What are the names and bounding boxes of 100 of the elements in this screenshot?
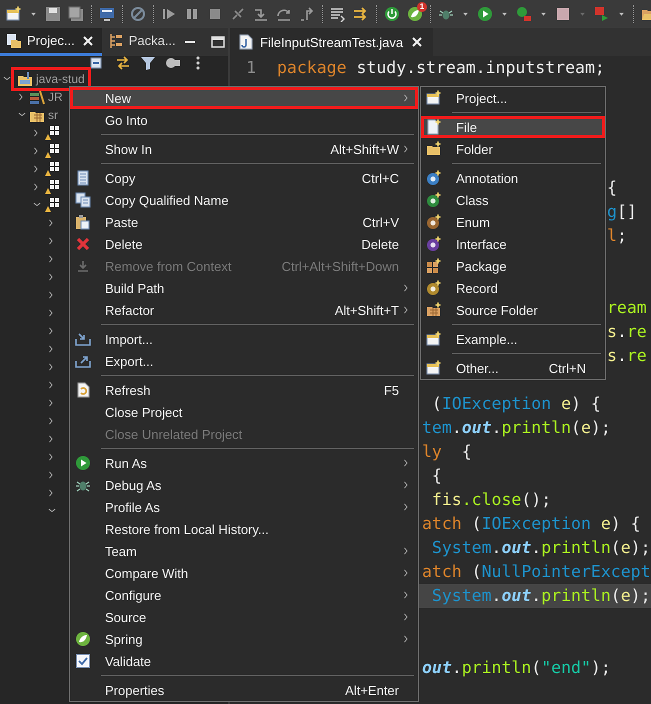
shortcut-text: Ctrl+C	[360, 170, 399, 186]
download-icon	[75, 258, 91, 274]
stop-icon[interactable]	[207, 6, 223, 22]
interface-icon	[426, 236, 442, 252]
tree-item-label[interactable]: java-stud	[36, 72, 85, 86]
code-line: l;	[607, 225, 627, 247]
menu-item[interactable]: Enum	[421, 211, 605, 233]
code-line: s.re	[607, 321, 647, 343]
code-line: out.println("end");	[422, 657, 611, 679]
menu-item[interactable]: Record	[421, 277, 605, 299]
new-window-icon	[426, 90, 442, 106]
save-icon[interactable]	[45, 6, 61, 22]
code-line: {	[607, 177, 617, 199]
menu-item[interactable]: New	[70, 87, 418, 109]
launch-icon[interactable]	[594, 6, 610, 22]
shortcut-text: Ctrl+V	[362, 214, 399, 230]
menu-item[interactable]: Validate	[70, 650, 418, 672]
shortcut-text: Ctrl+Alt+Shift+Down	[280, 258, 399, 274]
menu-item[interactable]: Refresh F5	[70, 379, 418, 401]
run-icon	[75, 455, 91, 471]
menu-item[interactable]: Import...	[70, 328, 418, 350]
terminate-icon[interactable]	[555, 6, 571, 22]
code-line: g[]	[607, 201, 637, 223]
arrows-icon[interactable]	[353, 6, 369, 22]
menu-item[interactable]: Debug As	[70, 474, 418, 496]
list-icon[interactable]	[330, 6, 346, 22]
new-window-icon	[426, 331, 442, 347]
menu-item[interactable]: Show In Alt+Shift+W	[70, 138, 418, 160]
link-arrows-icon[interactable]	[115, 55, 131, 71]
resume-icon[interactable]	[161, 6, 177, 22]
code-line: fis.close();	[430, 489, 552, 511]
menu-item[interactable]: Other... Ctrl+N	[421, 357, 605, 379]
menu-item[interactable]: Build Path	[70, 277, 418, 299]
package-icon	[44, 197, 60, 213]
enum-icon	[426, 214, 442, 230]
shortcut-text: Alt+Shift+W	[329, 142, 399, 156]
menu-item[interactable]: Refactor Alt+Shift+T	[70, 299, 418, 321]
menu-item[interactable]: Package	[421, 255, 605, 277]
code-line: {	[430, 465, 442, 487]
shortcut-text: Alt+Enter	[344, 682, 399, 698]
menu-item[interactable]: Interface	[421, 233, 605, 255]
menu-item[interactable]: Copy Ctrl+C	[70, 167, 418, 189]
run-icon[interactable]	[477, 6, 493, 22]
code-line: tem.out.println(e);	[422, 417, 611, 439]
code-line: System.out.println(e);	[430, 585, 651, 607]
package-icon	[44, 143, 60, 159]
menu-item[interactable]: Team	[70, 540, 418, 562]
save-all-icon[interactable]	[68, 6, 84, 22]
explorer-icon	[6, 32, 22, 48]
panel-tab[interactable]: Packa...	[102, 28, 182, 56]
code-line: atch (NullPointerExcept	[422, 561, 651, 583]
copy-icon	[75, 170, 91, 186]
code-line: package study.stream.inputstream;	[277, 57, 605, 79]
menu-item[interactable]: Annotation	[421, 167, 605, 189]
code-line: s.re	[607, 345, 647, 367]
menu-item[interactable]: Restore from Local History...	[70, 518, 418, 540]
package-icon	[44, 125, 60, 141]
shortcut-text: F5	[382, 382, 399, 398]
step-into-icon[interactable]	[253, 6, 269, 22]
code-line: atch (IOException e) {	[422, 513, 641, 535]
new-window-icon[interactable]	[6, 6, 22, 22]
menu-item[interactable]: Source Folder	[421, 299, 605, 321]
menu-item[interactable]: Delete Delete	[70, 233, 418, 255]
library-icon	[29, 89, 45, 105]
menu-item[interactable]: Paste Ctrl+V	[70, 211, 418, 233]
menu-item[interactable]: Run As	[70, 452, 418, 474]
menu-item[interactable]: Close Project	[70, 401, 418, 423]
java-file-icon	[238, 34, 254, 50]
menu-item[interactable]: Project...	[421, 87, 605, 109]
leaf-icon	[75, 631, 91, 647]
menu-item[interactable]: Source	[70, 606, 418, 628]
paste-icon	[75, 214, 91, 230]
code-line: (IOException e) {	[430, 393, 601, 415]
menu-item[interactable]: Export...	[70, 350, 418, 372]
package-icon	[426, 258, 442, 274]
new-file-icon	[426, 119, 442, 135]
menu-item[interactable]: Configure	[70, 584, 418, 606]
code-line: ly {	[422, 441, 472, 463]
power-icon[interactable]	[384, 6, 400, 22]
tree-item-label[interactable]: sr	[48, 108, 58, 122]
editor-tab[interactable]: FileInputStreamTest.java	[230, 28, 434, 56]
menu-item[interactable]: Profile As	[70, 496, 418, 518]
tree-item-label[interactable]: JR	[48, 90, 63, 104]
copy-icon	[75, 192, 91, 208]
menu-item[interactable]: Go Into	[70, 109, 418, 131]
step-return-icon[interactable]	[299, 6, 315, 22]
menu-item[interactable]: Compare With	[70, 562, 418, 584]
menu-item[interactable]: Properties Alt+Enter	[70, 679, 418, 701]
hierarchy-icon	[108, 32, 124, 48]
menu-item[interactable]: Copy Qualified Name	[70, 189, 418, 211]
monitor-icon[interactable]	[99, 6, 115, 22]
maximize-icon[interactable]	[210, 34, 226, 50]
menu-item[interactable]: Example...	[421, 328, 605, 350]
menu-item[interactable]: Class	[421, 189, 605, 211]
menu-item[interactable]: File	[421, 116, 605, 138]
record-icon	[426, 280, 442, 296]
panel-tab[interactable]: Projec...	[0, 28, 102, 56]
menu-item[interactable]: Spring	[70, 628, 418, 650]
pause-icon[interactable]	[184, 6, 200, 22]
menu-item[interactable]: Folder	[421, 138, 605, 160]
